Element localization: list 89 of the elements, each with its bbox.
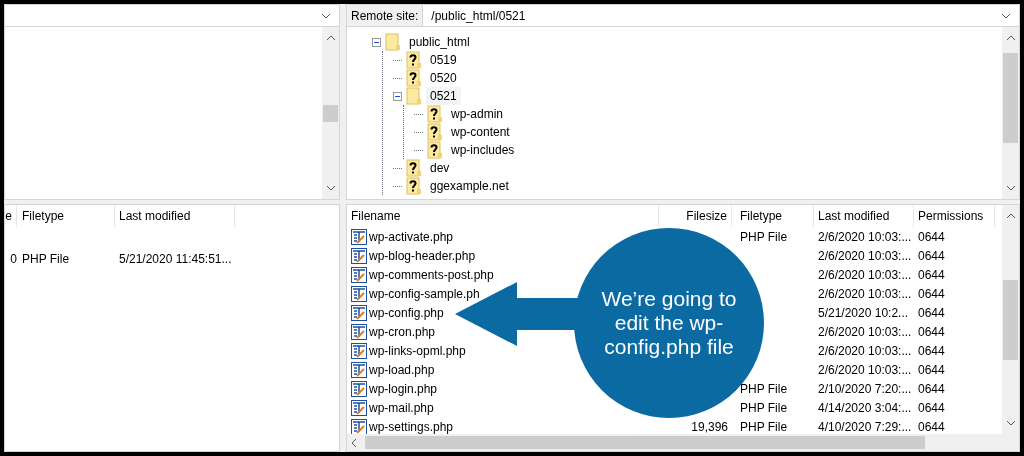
file-name[interactable]: wp-cron.php <box>369 322 436 341</box>
scroll-up-icon[interactable] <box>1005 35 1016 41</box>
table-cell-text: 4/10/2020 7:29:... <box>818 418 912 434</box>
scrollbar-thumb[interactable] <box>1003 279 1018 360</box>
table-cell-text: PHP File <box>740 228 788 246</box>
table-cell-text: 0 <box>9 250 17 268</box>
tree-item[interactable]: wp-includes <box>447 141 519 159</box>
table-cell-text: 2/6/2020 10:03:... <box>818 266 912 284</box>
table-cell-text: 2/10/2020 7:20:... <box>818 380 912 398</box>
table-cell-text: 2/6/2020 10:03:... <box>818 285 912 303</box>
scroll-left-icon[interactable] <box>351 437 357 448</box>
file-name[interactable]: wp-settings.php <box>369 417 454 434</box>
column-header[interactable]: Filetype <box>17 205 115 227</box>
table-cell-text: 2/6/2020 10:03:... <box>818 228 912 246</box>
file-name[interactable]: wp-config.php <box>369 303 444 322</box>
file-name[interactable]: wp-comments-post.php <box>369 265 494 284</box>
php-file-icon <box>351 285 367 302</box>
column-header[interactable]: Filetype <box>732 205 814 227</box>
table-cell-text: 2/6/2020 10:03:... <box>818 323 912 341</box>
table-cell-text: 19,396 <box>691 418 728 434</box>
tree-item[interactable]: wp-content <box>447 123 514 141</box>
table-cell-text: 0644 <box>918 304 945 322</box>
scroll-down-icon[interactable] <box>1005 420 1016 426</box>
table-cell-text: PHP File <box>740 418 788 434</box>
table-cell-text: 2/6/2020 10:03:... <box>818 247 912 265</box>
column-header[interactable]: Last modified <box>814 205 914 227</box>
file-name[interactable]: wp-links-opml.php <box>369 341 466 360</box>
file-name[interactable]: wp-mail.php <box>369 398 434 417</box>
table-cell-text: 0644 <box>918 380 945 398</box>
collapse-icon[interactable] <box>372 37 381 47</box>
tree-item[interactable]: 0520 <box>426 69 461 87</box>
collapse-icon[interactable] <box>393 91 402 101</box>
table-cell-text: 2/6/2020 10:03:... <box>818 361 912 379</box>
php-file-icon <box>351 247 367 264</box>
scrollbar[interactable] <box>1002 27 1019 199</box>
scroll-up-icon[interactable] <box>1005 213 1016 219</box>
php-file-icon <box>351 304 367 321</box>
table-cell-text: 5/21/2020 10:2... <box>818 304 909 322</box>
table-cell-text: 0644 <box>918 361 945 379</box>
table-cell-text: 0644 <box>918 399 945 417</box>
tree-item[interactable]: public_html <box>405 33 474 51</box>
file-name[interactable]: wp-config-sample.ph <box>369 284 480 303</box>
table-cell-text: 0644 <box>918 323 945 341</box>
table-cell-text: 4/14/2020 3:04:... <box>818 399 912 417</box>
scroll-down-icon[interactable] <box>325 185 336 191</box>
table-cell-text: 5/21/2020 11:45:51... <box>118 250 233 268</box>
file-name[interactable]: wp-blog-header.php <box>369 246 476 265</box>
php-file-icon <box>351 361 367 378</box>
php-file-icon <box>351 228 367 245</box>
table-cell-text: 0644 <box>918 247 945 265</box>
tree-item[interactable]: ggexample.net <box>426 177 513 195</box>
table-cell-text: 0644 <box>918 228 945 246</box>
table-cell-text: 2/6/2020 10:03:... <box>818 342 912 360</box>
scrollbar[interactable] <box>322 27 339 199</box>
table-cell-text: 0644 <box>918 342 945 360</box>
table-cell-text: PHP File <box>740 399 788 417</box>
remote-path-field[interactable]: /public_html/0521 <box>423 5 1019 26</box>
table-cell-text: PHP File <box>21 250 71 268</box>
tree-item[interactable]: wp-admin <box>447 105 508 123</box>
scroll-down-icon[interactable] <box>321 12 331 19</box>
tree-item[interactable]: 0521 <box>426 87 461 105</box>
php-file-icon <box>351 399 367 416</box>
php-file-icon <box>351 342 367 359</box>
scrollbar-thumb[interactable] <box>1003 53 1018 143</box>
file-name[interactable]: wp-activate.php <box>369 227 454 246</box>
horizontal-scrollbar[interactable] <box>347 434 1019 451</box>
scrollbar[interactable] <box>1002 205 1019 434</box>
table-cell-text: 0644 <box>918 418 945 434</box>
file-name[interactable]: wp-login.php <box>369 379 438 398</box>
table-cell-text: 0644 <box>918 266 945 284</box>
column-header[interactable]: Filesize <box>659 205 732 227</box>
column-header[interactable]: e <box>5 205 17 227</box>
file-name[interactable]: wp-load.php <box>369 360 435 379</box>
php-file-icon <box>351 380 367 397</box>
table-cell-text: PHP File <box>740 380 788 398</box>
scroll-down-icon[interactable] <box>1005 185 1016 191</box>
table-cell-text: 0644 <box>918 285 945 303</box>
scroll-up-icon[interactable] <box>325 35 336 41</box>
tree-item[interactable]: dev <box>426 159 454 177</box>
tree-item[interactable]: 0519 <box>426 51 461 69</box>
column-header[interactable]: Last modified <box>115 205 235 227</box>
scroll-down-icon[interactable] <box>1001 12 1011 19</box>
php-file-icon <box>351 418 367 434</box>
php-file-icon <box>351 323 367 340</box>
column-header[interactable]: Filename <box>347 205 659 227</box>
column-header[interactable]: Permissions <box>914 205 995 227</box>
scrollbar-thumb[interactable] <box>323 104 338 122</box>
php-file-icon <box>351 266 367 283</box>
scrollbar-thumb[interactable] <box>365 436 925 449</box>
